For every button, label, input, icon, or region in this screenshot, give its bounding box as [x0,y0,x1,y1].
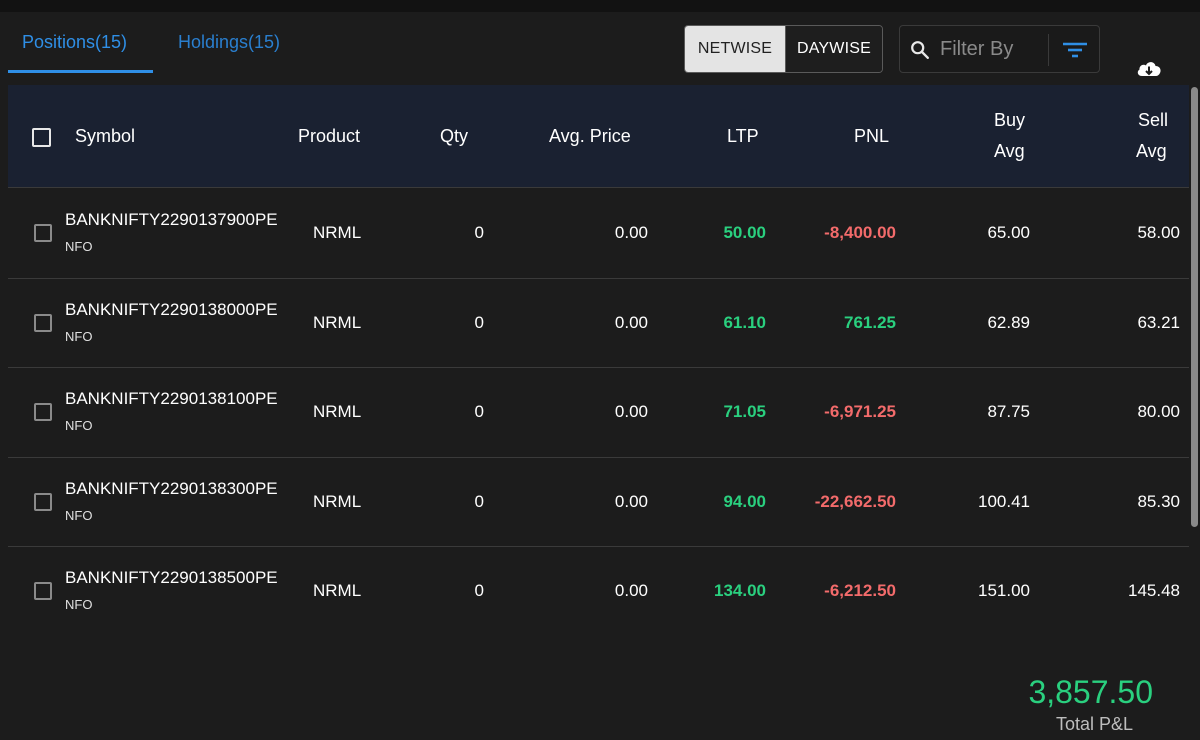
cell-product: NRML [313,491,362,511]
cell-avg-price: 0.00 [614,223,648,242]
cell-product: NRML [313,223,362,242]
cell-buy-avg: 100.41 [978,491,1030,511]
netwise-daywise-toggle: NETWISE DAYWISE [684,25,883,73]
cell-buy-avg: 62.89 [987,312,1030,332]
column-symbol[interactable]: Symbol [75,121,135,152]
column-ltp[interactable]: LTP [727,121,759,152]
top-strip [0,0,1200,12]
tab-positions[interactable]: Positions(15) [22,32,127,53]
cell-product: NRML [313,402,362,421]
cell-ltp: 61.10 [723,312,766,332]
cell-qty: 0 [474,312,484,332]
cell-pnl: -8,400.00 [824,223,896,242]
cell-qty: 0 [474,402,484,421]
cell-buy-avg: 151.00 [978,581,1030,600]
cell-exchange: NFO [65,418,93,433]
active-tab-indicator [8,70,153,73]
total-pnl-value: 3,857.50 [1028,674,1153,710]
positions-table: Symbol Product Qty Avg. Price LTP PNL Bu… [8,85,1190,675]
cloud-download-icon[interactable] [1135,56,1163,80]
cell-product: NRML [313,581,362,600]
column-buy-avg-line2[interactable]: Avg [994,136,1025,167]
cell-ltp: 71.05 [723,402,766,421]
filter-box [899,25,1100,73]
scrollbar[interactable] [1189,85,1200,675]
cell-product: NRML [313,312,362,332]
cell-symbol: BANKNIFTY2290138000PE [65,299,278,319]
cell-symbol: BANKNIFTY2290138100PE [65,389,278,408]
cell-exchange: NFO [65,328,93,344]
cell-sell-avg: 85.30 [1137,491,1180,511]
cell-pnl: -22,662.50 [814,491,896,511]
total-pnl-label: Total P&L [1055,714,1133,734]
table-row[interactable]: BANKNIFTY2290138500PE NFO NRML 0 0.00 134.00 -… [8,547,1190,637]
table-row[interactable]: BANKNIFTY2290137900PE NFO NRML 0 0.00 50.00 -8… [8,189,1190,279]
row-checkbox[interactable] [34,313,52,332]
cell-ltp: 94.00 [723,491,766,511]
select-all-checkbox[interactable] [32,128,51,147]
filter-divider [1048,34,1049,66]
table-row[interactable]: BANKNIFTY2290138000PE NFO NRML 0 0.00 61.10 76… [8,279,1190,368]
cell-qty: 0 [474,581,484,600]
cell-symbol: BANKNIFTY2290137900PE [65,210,278,229]
row-checkbox[interactable] [34,224,52,242]
cell-symbol: BANKNIFTY2290138300PE [65,478,278,498]
column-avg-price[interactable]: Avg. Price [549,121,631,152]
column-pnl[interactable]: PNL [854,121,889,152]
row-checkbox[interactable] [34,582,52,600]
cell-exchange: NFO [65,507,93,523]
column-sell-avg-line2[interactable]: Avg [1136,136,1167,167]
cell-buy-avg: 65.00 [987,223,1030,242]
table-row[interactable]: BANKNIFTY2290138100PE NFO NRML 0 0.00 71.05 -6… [8,368,1190,458]
cell-ltp: 50.00 [723,223,766,242]
cell-symbol: BANKNIFTY2290138500PE [65,568,278,587]
daywise-button[interactable]: DAYWISE [785,26,882,72]
column-product[interactable]: Product [298,121,360,152]
cell-sell-avg: 63.21 [1137,312,1180,332]
cell-exchange: NFO [65,239,93,254]
cell-pnl: 761.25 [844,312,896,332]
table-header: Symbol Product Qty Avg. Price LTP PNL Bu… [8,85,1190,188]
column-buy-avg-line1[interactable]: Buy [994,105,1025,136]
cell-avg-price: 0.00 [614,402,648,421]
column-qty[interactable]: Qty [440,121,468,152]
search-icon [911,41,929,59]
cell-sell-avg: 58.00 [1137,223,1180,242]
scrollbar-thumb[interactable] [1191,87,1198,527]
cell-qty: 0 [474,223,484,242]
cell-sell-avg: 80.00 [1137,402,1180,421]
cell-ltp: 134.00 [714,581,766,600]
cell-avg-price: 0.00 [614,491,648,511]
filter-lines-icon[interactable] [1060,38,1090,62]
cell-avg-price: 0.00 [614,581,648,600]
column-sell-avg-line1[interactable]: Sell [1138,105,1168,136]
footer: 3,857.50 Total P&L [0,636,1200,740]
tab-holdings[interactable]: Holdings(15) [178,32,280,53]
cell-qty: 0 [474,491,484,511]
cell-pnl: -6,212.50 [824,581,896,600]
row-checkbox[interactable] [34,403,52,421]
cell-sell-avg: 145.48 [1128,581,1180,600]
filter-input[interactable] [940,32,1048,66]
table-row[interactable]: BANKNIFTY2290138300PE NFO NRML 0 0.00 94.00 -2… [8,458,1190,547]
cell-exchange: NFO [65,597,93,612]
netwise-button[interactable]: NETWISE [685,26,785,72]
cell-avg-price: 0.00 [614,312,648,332]
cell-pnl: -6,971.25 [824,402,896,421]
cell-buy-avg: 87.75 [987,402,1030,421]
toolbar: Positions(15) Holdings(15) NETWISE DAYWI… [0,12,1200,85]
row-checkbox[interactable] [34,492,52,511]
